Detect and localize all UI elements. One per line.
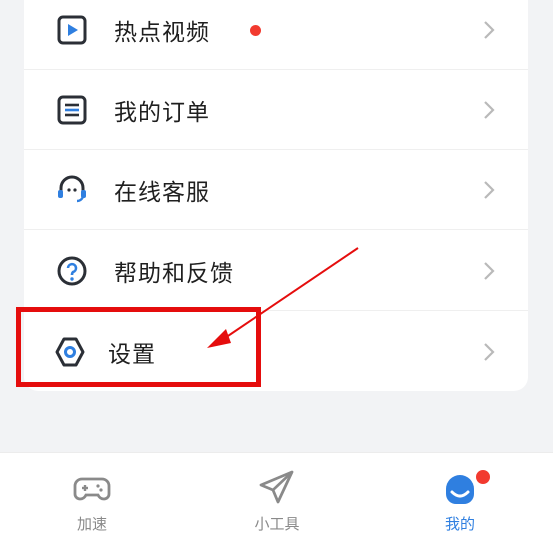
help-question-icon [54, 253, 90, 289]
menu-item-online-service[interactable]: 在线客服 [24, 150, 528, 230]
menu-item-label: 我的订单 [114, 100, 210, 126]
menu-item-hot-video[interactable]: 热点视频 [24, 0, 528, 70]
menu-item-help-feedback[interactable]: 帮助和反馈 [24, 231, 528, 311]
notification-dot [250, 25, 261, 36]
tab-accelerate[interactable]: 加速 [32, 453, 152, 540]
divider [24, 229, 528, 230]
chevron-right-icon [484, 101, 495, 119]
tab-label: 小工具 [254, 515, 300, 533]
chevron-right-icon [484, 262, 495, 280]
menu-item-label: 在线客服 [114, 180, 210, 206]
headset-icon [54, 172, 90, 208]
tab-label: 我的 [444, 515, 475, 533]
tab-mine[interactable]: 我的 [400, 453, 520, 540]
gamepad-icon [73, 477, 111, 501]
menu-item-label: 帮助和反馈 [114, 261, 234, 287]
chevron-right-icon [484, 181, 495, 199]
notification-dot [474, 468, 492, 486]
order-list-icon [54, 92, 90, 128]
annotation-highlight-box [16, 307, 261, 387]
bottom-tab-bar: 加速 小工具 我的 [0, 452, 553, 540]
menu-item-label: 热点视频 [114, 20, 210, 46]
tab-label: 加速 [76, 515, 107, 533]
play-video-icon [54, 12, 90, 48]
chevron-right-icon [484, 343, 495, 361]
menu-item-my-orders[interactable]: 我的订单 [24, 70, 528, 150]
chevron-right-icon [484, 21, 495, 39]
tab-tools[interactable]: 小工具 [217, 453, 337, 540]
paper-plane-icon [259, 470, 294, 504]
